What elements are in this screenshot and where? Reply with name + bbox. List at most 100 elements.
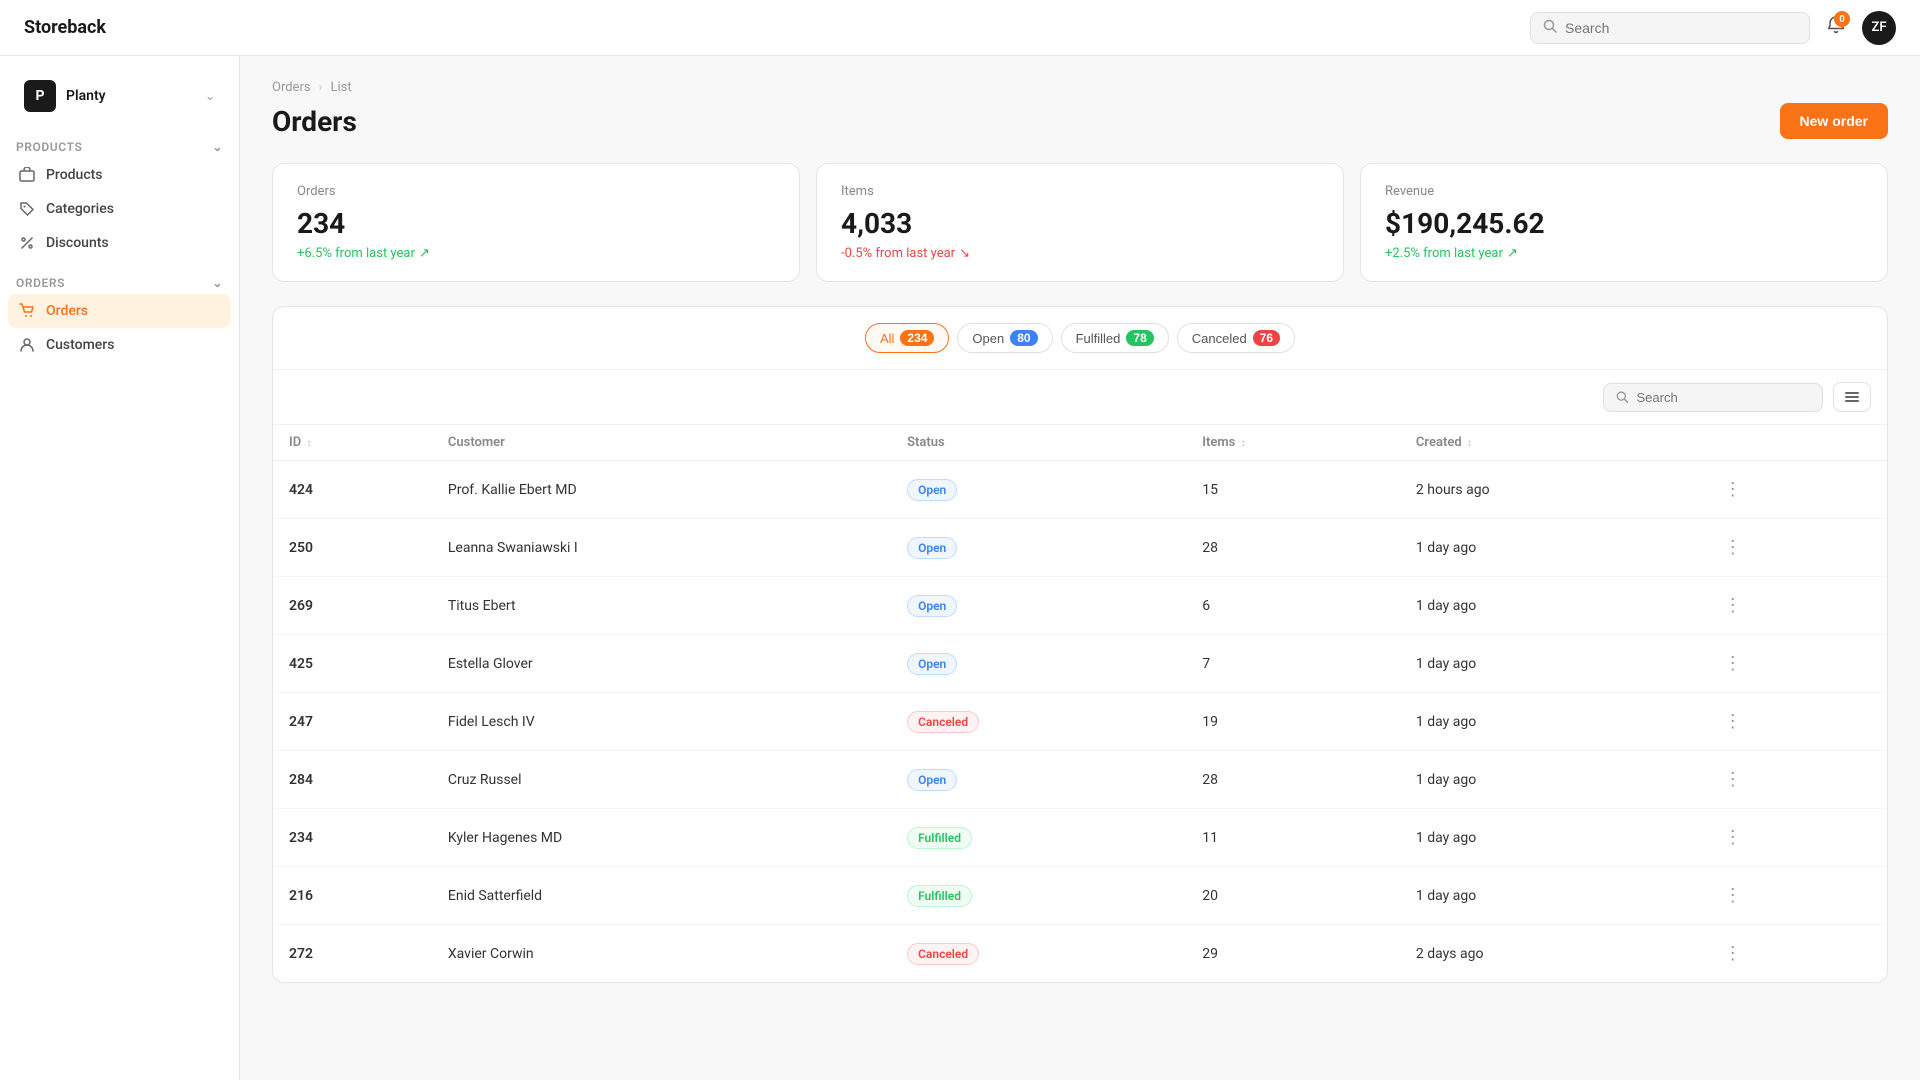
table-search[interactable] — [1603, 383, 1823, 412]
cell-customer: Enid Satterfield — [432, 867, 891, 925]
breadcrumb: Orders › List — [272, 80, 1888, 95]
filter-tab-fulfilled[interactable]: Fulfilled 78 — [1061, 323, 1169, 353]
table-row[interactable]: 284 Cruz Russel Open 28 1 day ago ⋮ — [273, 751, 1887, 809]
app-logo: Storeback — [24, 17, 106, 38]
status-badge: Open — [907, 653, 957, 675]
cart-icon — [18, 302, 36, 320]
cell-status: Open — [891, 751, 1186, 809]
stat-label: Revenue — [1385, 184, 1863, 199]
col-header-created[interactable]: Created ↕ — [1400, 425, 1700, 461]
sidebar-item-discounts[interactable]: Discounts — [8, 226, 231, 260]
table-row[interactable]: 425 Estella Glover Open 7 1 day ago ⋮ — [273, 635, 1887, 693]
section-collapse-icon[interactable]: ⌄ — [212, 276, 223, 290]
sidebar-item-categories[interactable]: Categories — [8, 192, 231, 226]
cell-created: 2 days ago — [1400, 925, 1700, 983]
cell-created: 1 day ago — [1400, 751, 1700, 809]
row-action-button[interactable]: ⋮ — [1716, 533, 1750, 562]
tag-icon — [18, 200, 36, 218]
table-row[interactable]: 247 Fidel Lesch IV Canceled 19 1 day ago… — [273, 693, 1887, 751]
status-badge: Canceled — [907, 943, 979, 965]
trend-down-icon: ↘ — [959, 246, 970, 261]
row-action-button[interactable]: ⋮ — [1716, 823, 1750, 852]
breadcrumb-orders[interactable]: Orders — [272, 80, 311, 95]
cell-items: 15 — [1186, 461, 1400, 519]
sidebar-item-label: Customers — [46, 337, 114, 353]
cell-created: 1 day ago — [1400, 635, 1700, 693]
col-header-items[interactable]: Items ↕ — [1186, 425, 1400, 461]
row-action-button[interactable]: ⋮ — [1716, 881, 1750, 910]
stat-change: +2.5% from last year ↗ — [1385, 246, 1863, 261]
columns-button[interactable] — [1833, 382, 1871, 412]
cell-actions: ⋮ — [1700, 867, 1887, 925]
person-icon — [18, 336, 36, 354]
cell-created: 1 day ago — [1400, 519, 1700, 577]
stat-label: Orders — [297, 184, 775, 199]
org-icon: P — [24, 80, 56, 112]
cell-items: 28 — [1186, 519, 1400, 577]
sidebar-item-products[interactable]: Products — [8, 158, 231, 192]
org-selector[interactable]: P Planty ⌄ — [8, 72, 231, 120]
cell-actions: ⋮ — [1700, 635, 1887, 693]
cell-actions: ⋮ — [1700, 809, 1887, 867]
avatar[interactable]: ZF — [1862, 11, 1896, 45]
cell-status: Canceled — [891, 693, 1186, 751]
trend-up-icon: ↗ — [419, 246, 430, 261]
new-order-button[interactable]: New order — [1780, 103, 1888, 139]
filter-tab-open[interactable]: Open 80 — [957, 323, 1052, 353]
col-header-id[interactable]: ID ↕ — [273, 425, 432, 461]
table-search-input[interactable] — [1637, 390, 1810, 405]
sidebar-item-label: Orders — [46, 303, 88, 319]
row-action-button[interactable]: ⋮ — [1716, 707, 1750, 736]
row-action-button[interactable]: ⋮ — [1716, 649, 1750, 678]
cell-id: 216 — [273, 867, 432, 925]
cell-id: 284 — [273, 751, 432, 809]
org-name: Planty — [66, 88, 106, 104]
row-action-button[interactable]: ⋮ — [1716, 939, 1750, 968]
sidebar-section-orders: Orders ⌄ Orders Customers — [0, 264, 239, 366]
stat-change: +6.5% from last year ↗ — [297, 246, 775, 261]
sidebar-item-customers[interactable]: Customers — [8, 328, 231, 362]
sidebar-item-orders[interactable]: Orders — [8, 294, 231, 328]
row-action-button[interactable]: ⋮ — [1716, 591, 1750, 620]
cell-actions: ⋮ — [1700, 461, 1887, 519]
table-row[interactable]: 272 Xavier Corwin Canceled 29 2 days ago… — [273, 925, 1887, 983]
status-badge: Open — [907, 595, 957, 617]
row-action-button[interactable]: ⋮ — [1716, 475, 1750, 504]
notifications-button[interactable]: 0 — [1826, 15, 1846, 40]
sidebar-section-products: Products ⌄ Products Categories Discount — [0, 128, 239, 264]
cell-id: 424 — [273, 461, 432, 519]
stat-change: -0.5% from last year ↘ — [841, 246, 1319, 261]
filter-tab-canceled[interactable]: Canceled 76 — [1177, 323, 1295, 353]
sidebar-section-title-orders: Orders ⌄ — [8, 268, 231, 294]
table-row[interactable]: 250 Leanna Swaniawski I Open 28 1 day ag… — [273, 519, 1887, 577]
table-row[interactable]: 234 Kyler Hagenes MD Fulfilled 11 1 day … — [273, 809, 1887, 867]
breadcrumb-list: List — [330, 80, 351, 95]
cell-created: 1 day ago — [1400, 867, 1700, 925]
global-search[interactable] — [1530, 12, 1810, 44]
global-search-input[interactable] — [1565, 20, 1797, 36]
col-header-customer[interactable]: Customer — [432, 425, 891, 461]
section-collapse-icon[interactable]: ⌄ — [212, 140, 223, 154]
cell-created: 1 day ago — [1400, 809, 1700, 867]
stat-value: $190,245.62 — [1385, 207, 1863, 240]
col-header-status[interactable]: Status — [891, 425, 1186, 461]
status-badge: Open — [907, 479, 957, 501]
filter-tab-all[interactable]: All 234 — [865, 323, 949, 353]
table-row[interactable]: 424 Prof. Kallie Ebert MD Open 15 2 hour… — [273, 461, 1887, 519]
sidebar: P Planty ⌄ Products ⌄ Products Categor — [0, 56, 240, 1080]
row-action-button[interactable]: ⋮ — [1716, 765, 1750, 794]
cell-customer: Xavier Corwin — [432, 925, 891, 983]
cell-customer: Fidel Lesch IV — [432, 693, 891, 751]
stats-row: Orders 234 +6.5% from last year ↗ Items … — [272, 163, 1888, 282]
stat-value: 234 — [297, 207, 775, 240]
breadcrumb-separator: › — [319, 80, 323, 95]
topbar-right: 0 ZF — [1530, 11, 1896, 45]
table-row[interactable]: 216 Enid Satterfield Fulfilled 20 1 day … — [273, 867, 1887, 925]
table-row[interactable]: 269 Titus Ebert Open 6 1 day ago ⋮ — [273, 577, 1887, 635]
cell-id: 250 — [273, 519, 432, 577]
page-header: Orders New order — [272, 103, 1888, 139]
cell-id: 272 — [273, 925, 432, 983]
cell-actions: ⋮ — [1700, 693, 1887, 751]
percent-icon — [18, 234, 36, 252]
cell-status: Canceled — [891, 925, 1186, 983]
